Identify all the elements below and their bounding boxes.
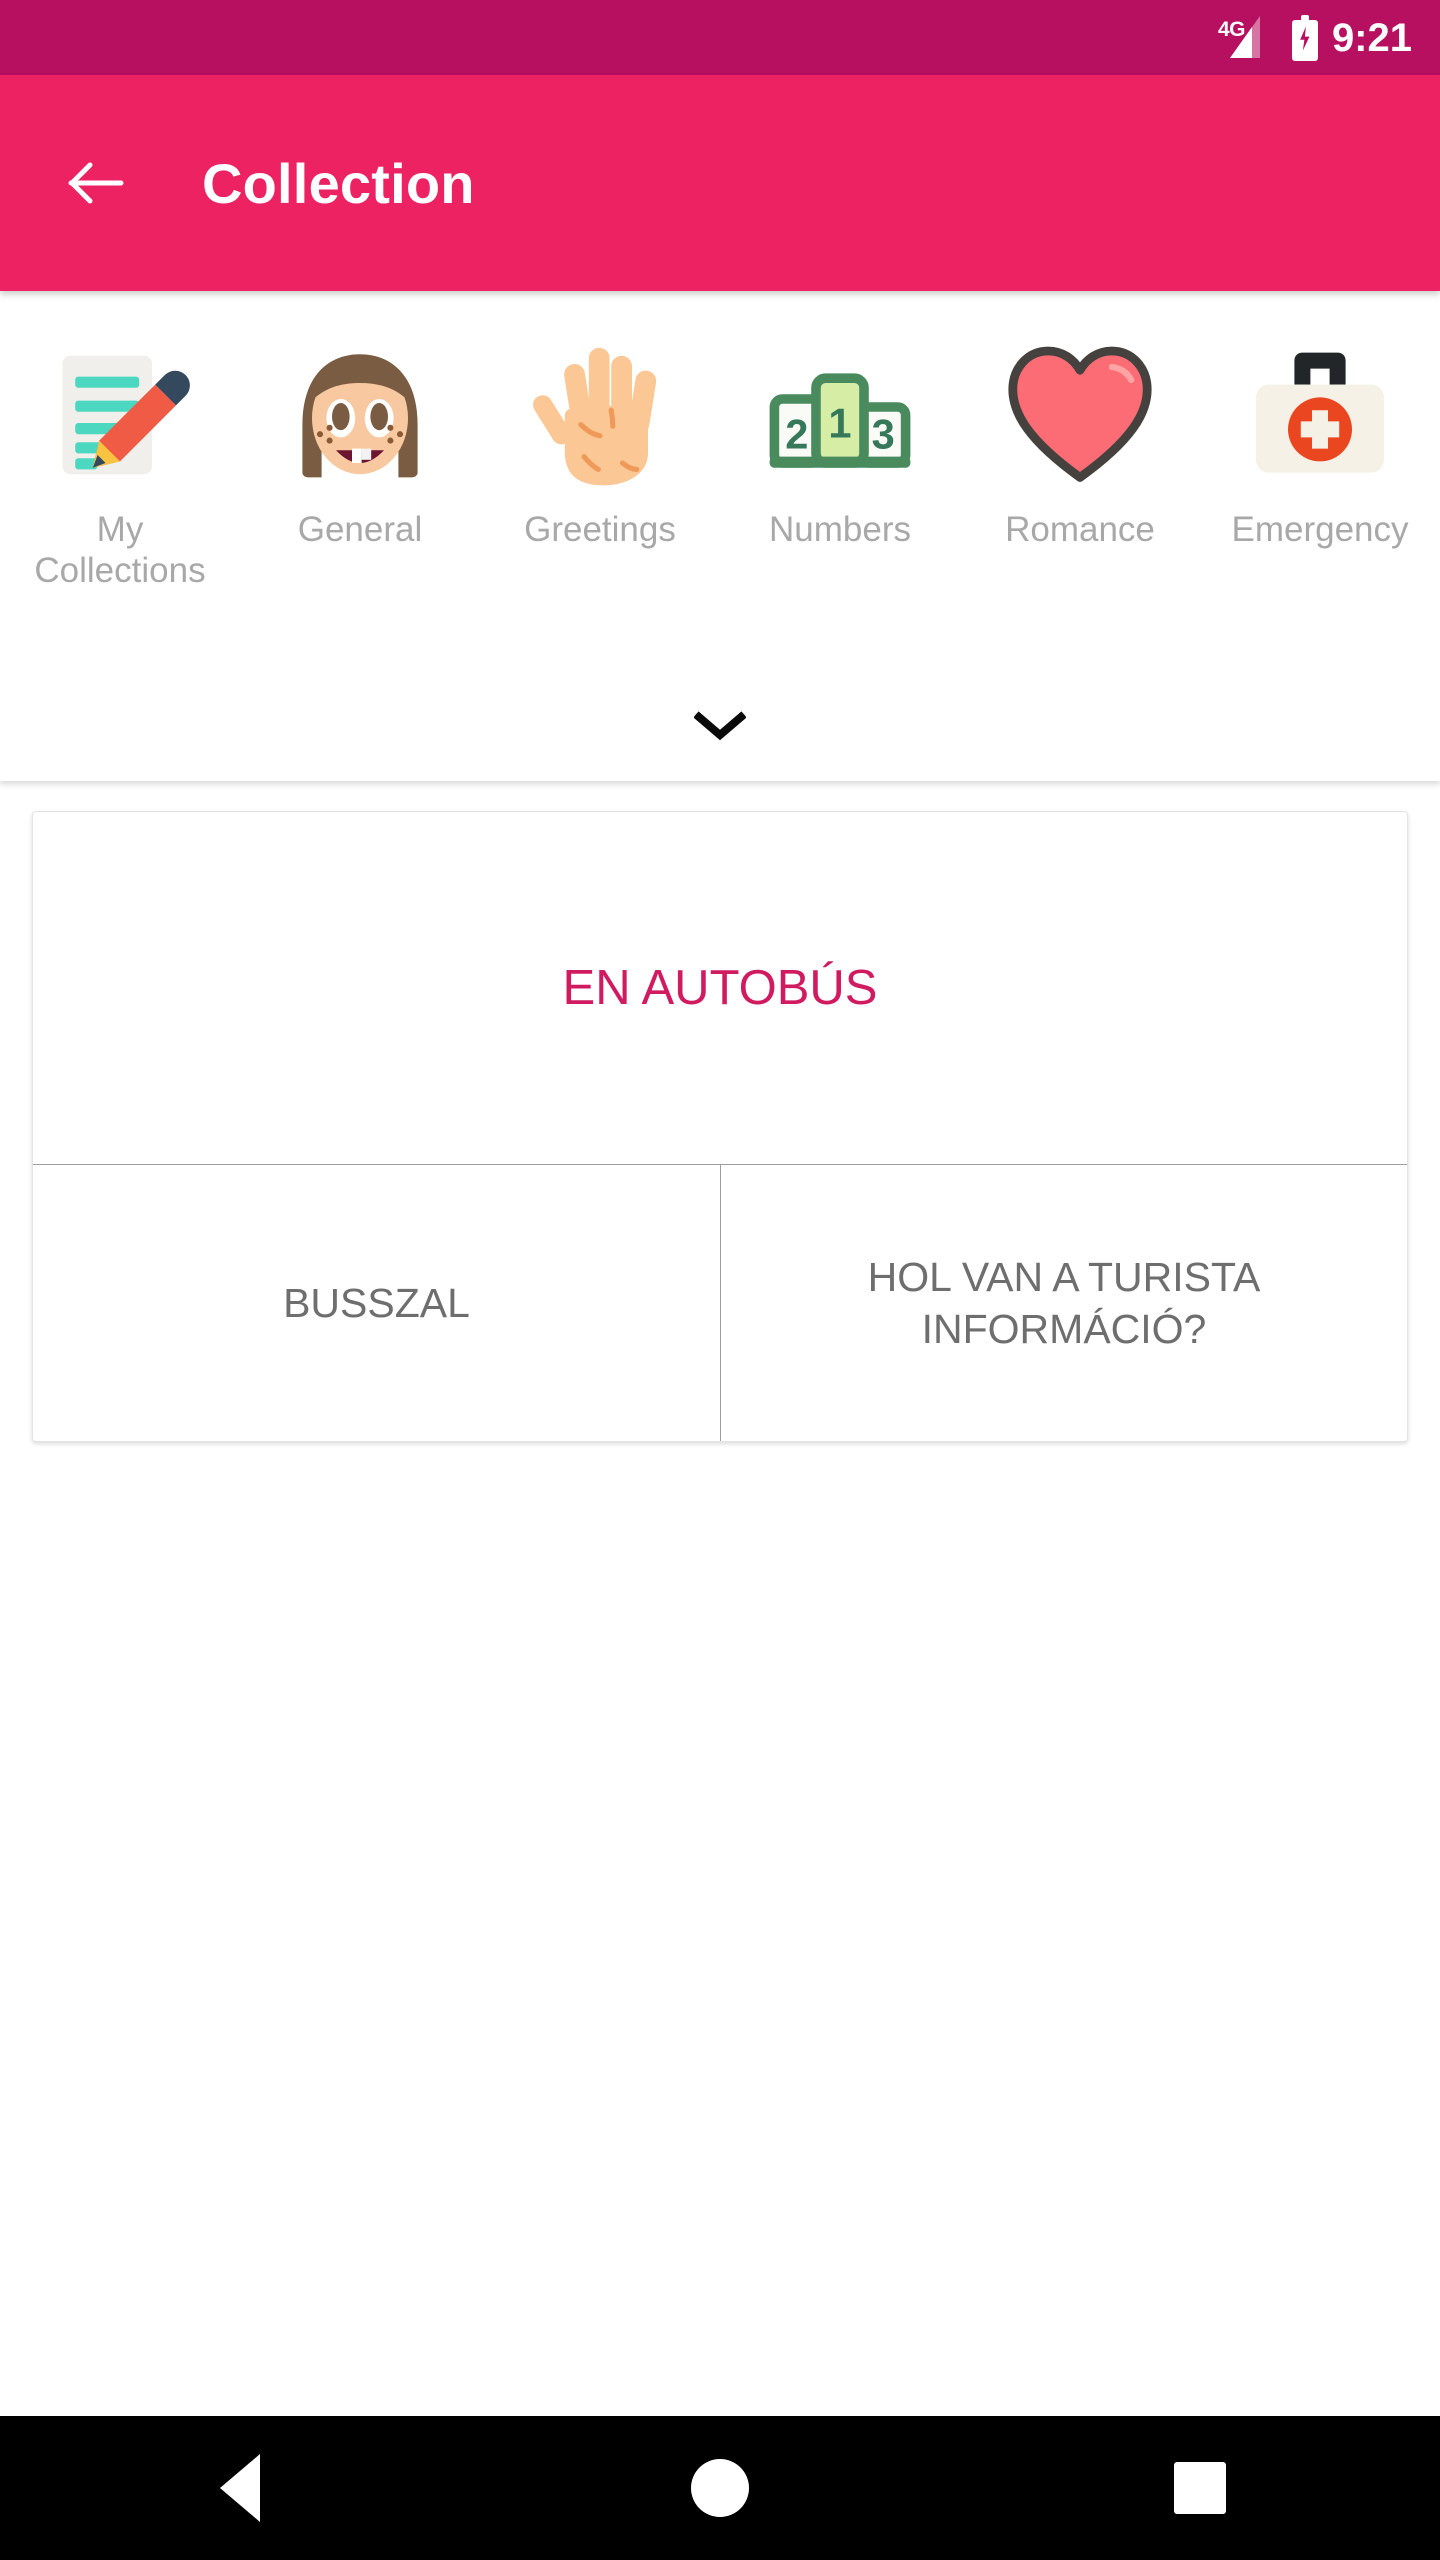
expand-categories-button[interactable] bbox=[0, 671, 1440, 781]
svg-text:1: 1 bbox=[828, 399, 851, 446]
battery-charging-icon bbox=[1291, 14, 1318, 61]
category-label: General bbox=[297, 510, 423, 549]
circle-home-icon bbox=[691, 2459, 749, 2517]
svg-text:3: 3 bbox=[872, 411, 895, 458]
nav-recents-button[interactable] bbox=[1120, 2416, 1280, 2560]
phrase-translation-right-text: HOL VAN A TURISTA INFORMÁCIÓ? bbox=[867, 1253, 1261, 1352]
svg-text:2: 2 bbox=[785, 411, 808, 458]
signal-strength-icon: 4G bbox=[1218, 14, 1278, 62]
first-aid-kit-icon bbox=[1256, 352, 1384, 473]
app-bar: Collection bbox=[0, 75, 1440, 291]
category-label: Numbers bbox=[769, 510, 911, 549]
phrase-translation-left[interactable]: BUSSZAL bbox=[33, 1165, 720, 1441]
category-item-numbers[interactable]: 2 1 3 Numbers bbox=[720, 335, 960, 550]
category-panel: My Collections General Greetings 2 1 3 N… bbox=[0, 291, 1440, 781]
status-bar-right-cluster: 4G 9:21 bbox=[1218, 14, 1412, 62]
category-item-greetings[interactable]: Greetings bbox=[480, 335, 720, 550]
triangle-back-icon bbox=[220, 2454, 260, 2522]
signal-bars-filled bbox=[1229, 26, 1252, 58]
phrase-card: EN AUTOBÚS BUSSZAL HOL VAN A TURISTA INF… bbox=[32, 811, 1408, 1442]
category-item-romance[interactable]: Romance bbox=[960, 335, 1200, 550]
phrase-translation-left-text: BUSSZAL bbox=[283, 1279, 470, 1326]
category-label: Emergency bbox=[1231, 510, 1409, 549]
phrase-headline-area[interactable]: EN AUTOBÚS bbox=[33, 812, 1407, 1164]
page-title: Collection bbox=[202, 151, 475, 215]
nav-back-button[interactable] bbox=[160, 2416, 320, 2560]
phrase-headline: EN AUTOBÚS bbox=[562, 960, 878, 1015]
category-item-emergency[interactable]: Emergency bbox=[1200, 335, 1440, 550]
phrase-translation-right[interactable]: HOL VAN A TURISTA INFORMÁCIÓ? bbox=[720, 1165, 1407, 1441]
back-button[interactable] bbox=[48, 135, 144, 231]
category-label: Greetings bbox=[524, 510, 676, 549]
chevron-down-icon bbox=[694, 711, 746, 741]
category-row: My Collections General Greetings 2 1 3 N… bbox=[0, 291, 1440, 671]
status-bar: 4G 9:21 bbox=[0, 0, 1440, 75]
category-label: My Collections bbox=[34, 510, 206, 591]
raised-hand-icon bbox=[533, 347, 657, 486]
square-recents-icon bbox=[1174, 2462, 1226, 2514]
phrase-translation-row: BUSSZAL HOL VAN A TURISTA INFORMÁCIÓ? bbox=[33, 1164, 1407, 1441]
category-label: Romance bbox=[1005, 510, 1155, 549]
memo-pencil-icon bbox=[62, 355, 190, 475]
android-navigation-bar bbox=[0, 2416, 1440, 2560]
status-bar-clock: 9:21 bbox=[1331, 15, 1412, 60]
app-screen: 4G 9:21 Collection My Collections Genera… bbox=[0, 0, 1440, 2560]
nav-home-button[interactable] bbox=[640, 2416, 800, 2560]
category-item-general[interactable]: General bbox=[240, 335, 480, 550]
category-item-my-collections[interactable]: My Collections bbox=[0, 335, 240, 592]
arrow-left-icon bbox=[68, 162, 124, 204]
girl-face-icon bbox=[302, 354, 418, 478]
podium-123-icon: 2 1 3 bbox=[769, 373, 911, 468]
heart-icon bbox=[1008, 346, 1152, 482]
